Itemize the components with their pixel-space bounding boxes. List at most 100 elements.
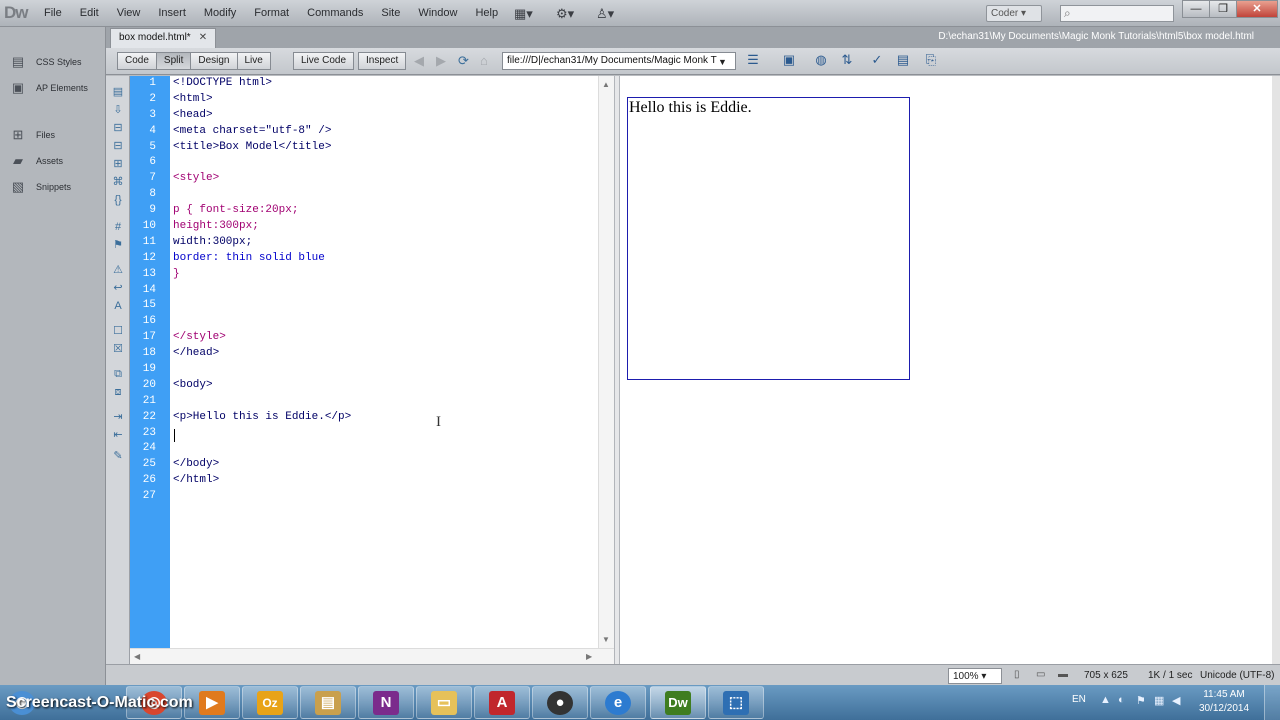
open-documents-icon[interactable]: ▤ bbox=[109, 84, 127, 101]
window-size[interactable]: 705 x 625 bbox=[1080, 668, 1132, 684]
menu-modify[interactable]: Modify bbox=[204, 7, 236, 19]
document-tab[interactable]: box model.html* ✕ bbox=[110, 28, 217, 48]
highlight-invalid-icon[interactable]: ⚑ bbox=[109, 237, 127, 254]
recent-snippets-icon[interactable]: ⧈ bbox=[109, 384, 127, 401]
extend-gear-icon[interactable]: ⚙▾ bbox=[556, 6, 574, 22]
code-line[interactable] bbox=[170, 489, 598, 505]
file-management-icon[interactable]: ⇅ bbox=[836, 52, 858, 70]
menu-view[interactable]: View bbox=[117, 7, 141, 19]
code-line[interactable]: <title>Box Model</title> bbox=[170, 140, 598, 156]
live-view-button[interactable]: Live bbox=[236, 52, 271, 70]
home-icon[interactable]: ⌂ bbox=[480, 53, 488, 68]
menu-window[interactable]: Window bbox=[418, 7, 457, 19]
code-line[interactable]: <meta charset="utf-8" /> bbox=[170, 124, 598, 140]
paragraph-text[interactable]: Hello this is Eddie. bbox=[628, 98, 909, 117]
minimize-button[interactable]: — bbox=[1182, 0, 1210, 18]
preview-browser-icon[interactable]: ◍ bbox=[810, 52, 832, 70]
mobile-size-icon[interactable]: ▯ bbox=[1014, 669, 1020, 680]
show-code-navigator-icon[interactable]: ⇩ bbox=[109, 102, 127, 119]
w3c-validation-icon[interactable]: ✓ bbox=[866, 52, 888, 70]
site-person-icon[interactable]: ♙▾ bbox=[596, 6, 614, 22]
code-line[interactable] bbox=[170, 441, 598, 457]
code-line[interactable]: </style> bbox=[170, 330, 598, 346]
code-line[interactable] bbox=[170, 426, 598, 442]
syntax-error-icon[interactable]: ⚠ bbox=[109, 262, 127, 279]
forward-icon[interactable]: ▶ bbox=[436, 53, 446, 69]
layout-icon[interactable]: ▦▾ bbox=[514, 6, 533, 22]
scroll-right-icon[interactable]: ▶ bbox=[586, 652, 592, 661]
code-line[interactable] bbox=[170, 394, 598, 410]
action-center-icon[interactable]: ⚑ bbox=[1136, 694, 1146, 707]
code-line[interactable]: </html> bbox=[170, 473, 598, 489]
tray-app-icon[interactable]: ◐ bbox=[1118, 694, 1125, 706]
taskbar-app[interactable]: Oz bbox=[242, 686, 298, 719]
taskbar-app[interactable]: ▭ bbox=[416, 686, 472, 719]
collapse-selection-icon[interactable]: ⊟ bbox=[109, 138, 127, 155]
expand-all-icon[interactable]: ⊞ bbox=[109, 156, 127, 173]
menu-site[interactable]: Site bbox=[381, 7, 400, 19]
menu-help[interactable]: Help bbox=[475, 7, 498, 19]
tablet-size-icon[interactable]: ▭ bbox=[1036, 669, 1045, 680]
code-line[interactable] bbox=[170, 155, 598, 171]
taskbar-app-active[interactable]: Dw bbox=[650, 686, 706, 719]
workspace-switcher[interactable]: Coder ▾ bbox=[986, 5, 1042, 22]
scroll-left-icon[interactable]: ◀ bbox=[134, 652, 140, 661]
restore-button[interactable]: ❐ bbox=[1209, 0, 1237, 18]
panel-snippets[interactable]: ▧ Snippets bbox=[8, 174, 105, 200]
code-view-button[interactable]: Code bbox=[117, 52, 157, 70]
code-editor[interactable]: <!DOCTYPE html> <html> <head> <meta char… bbox=[170, 76, 598, 648]
paragraph-box[interactable]: Hello this is Eddie. bbox=[627, 97, 910, 380]
panel-css-styles[interactable]: ▤ CSS Styles bbox=[8, 49, 105, 75]
panel-files[interactable]: ⊞ Files bbox=[8, 122, 105, 148]
taskbar-app[interactable]: ● bbox=[532, 686, 588, 719]
back-icon[interactable]: ◀ bbox=[414, 53, 424, 69]
browser-compat-icon[interactable]: ⎘ bbox=[920, 52, 942, 70]
code-line[interactable] bbox=[170, 314, 598, 330]
code-line[interactable]: <p>Hello this is Eddie.</p> bbox=[170, 410, 598, 426]
design-view-button[interactable]: Design bbox=[190, 52, 238, 70]
code-line[interactable] bbox=[170, 283, 598, 299]
design-view[interactable]: Hello this is Eddie. bbox=[620, 76, 1272, 664]
code-line[interactable]: } bbox=[170, 267, 598, 283]
code-horizontal-scrollbar[interactable]: ◀ ▶ bbox=[130, 648, 614, 664]
page-options-icon[interactable]: ☰ bbox=[742, 52, 764, 70]
address-input[interactable]: file:///D|/echan31/My Documents/Magic Mo… bbox=[502, 52, 736, 70]
split-view-button[interactable]: Split bbox=[155, 52, 192, 70]
word-wrap-icon[interactable]: ↩ bbox=[109, 280, 127, 297]
show-desktop-button[interactable] bbox=[1264, 685, 1280, 720]
taskbar-app[interactable]: ▤ bbox=[300, 686, 356, 719]
visual-aids-icon[interactable]: ▤ bbox=[892, 52, 914, 70]
code-line[interactable]: <!DOCTYPE html> bbox=[170, 76, 598, 92]
code-line[interactable]: </body> bbox=[170, 457, 598, 473]
scroll-up-icon[interactable]: ▲ bbox=[602, 80, 610, 89]
tray-expand-icon[interactable]: ▲ bbox=[1100, 694, 1111, 706]
collapse-tag-icon[interactable]: ⊟ bbox=[109, 120, 127, 137]
menu-format[interactable]: Format bbox=[254, 7, 289, 19]
language-indicator[interactable]: EN bbox=[1072, 694, 1086, 705]
search-input[interactable]: ⌕ bbox=[1060, 5, 1174, 22]
code-line[interactable] bbox=[170, 362, 598, 378]
indent-code-icon[interactable]: ⇥ bbox=[109, 409, 127, 426]
volume-icon[interactable]: ◀ bbox=[1172, 694, 1180, 707]
taskbar-app[interactable]: ⬚ bbox=[708, 686, 764, 719]
close-button[interactable]: ✕ bbox=[1236, 0, 1278, 18]
code-line[interactable]: <head> bbox=[170, 108, 598, 124]
zoom-select[interactable]: 100% ▾ bbox=[948, 668, 1002, 684]
line-numbers-icon[interactable]: # bbox=[109, 219, 127, 236]
taskbar-app[interactable]: e bbox=[590, 686, 646, 719]
menu-file[interactable]: File bbox=[44, 7, 62, 19]
clock[interactable]: 11:45 AM 30/12/2014 bbox=[1190, 688, 1258, 716]
refresh-icon[interactable]: ⟳ bbox=[458, 53, 469, 69]
menu-commands[interactable]: Commands bbox=[307, 7, 363, 19]
live-code-button[interactable]: Live Code bbox=[293, 52, 355, 70]
taskbar-app[interactable]: A bbox=[474, 686, 530, 719]
code-line[interactable]: p { font-size:20px; bbox=[170, 203, 598, 219]
panel-assets[interactable]: ▰ Assets bbox=[8, 148, 105, 174]
code-line[interactable] bbox=[170, 298, 598, 314]
menu-edit[interactable]: Edit bbox=[80, 7, 99, 19]
code-line[interactable]: width:300px; bbox=[170, 235, 598, 251]
address-dropdown-icon[interactable]: ▼ bbox=[718, 57, 727, 67]
multiscreen-icon[interactable]: ▣ bbox=[778, 52, 800, 70]
code-line[interactable]: <html> bbox=[170, 92, 598, 108]
design-vertical-scrollbar[interactable] bbox=[1272, 76, 1280, 664]
